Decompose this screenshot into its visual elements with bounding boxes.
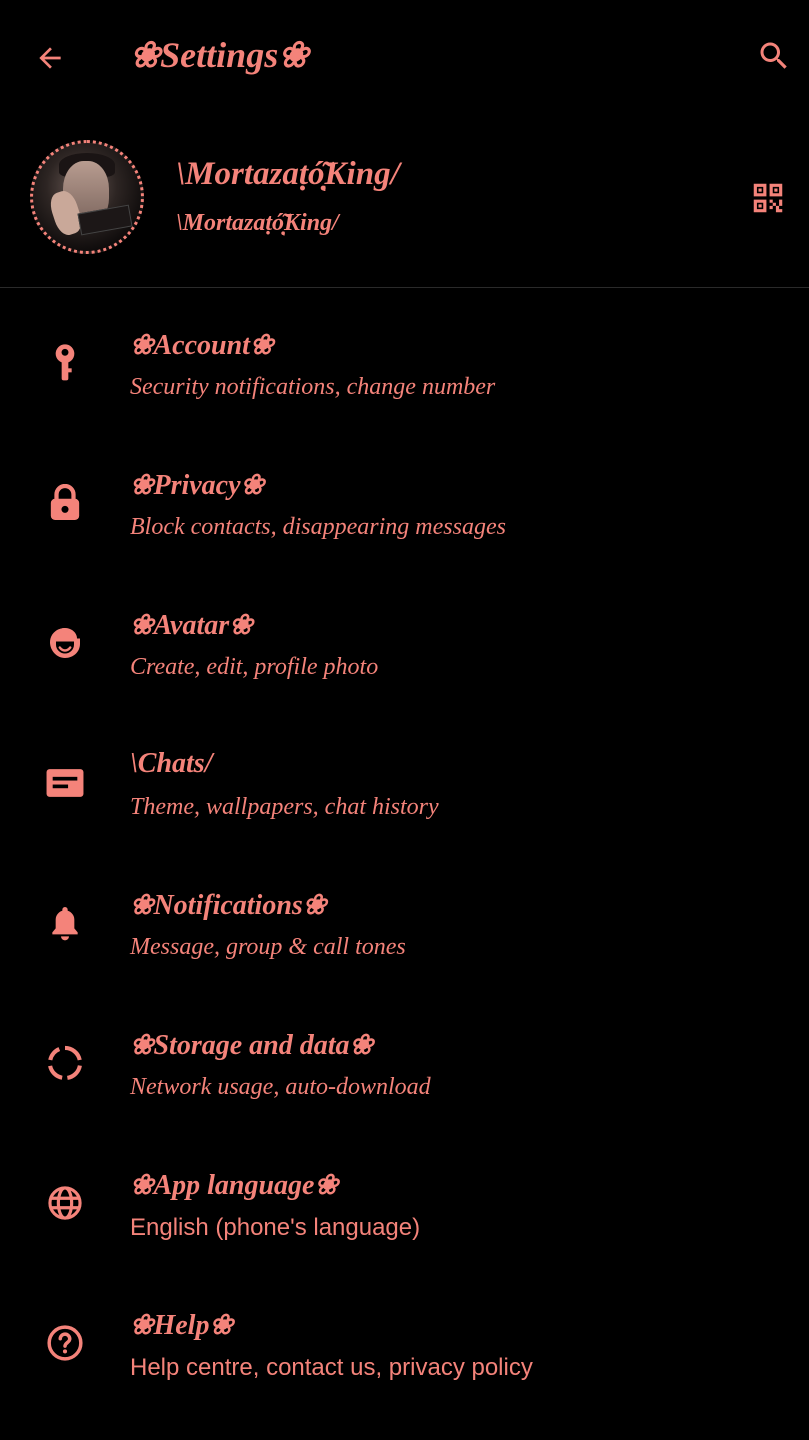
menu-item-subtitle: English (phone's language) — [130, 1214, 421, 1241]
globe-icon — [42, 1180, 88, 1226]
search-icon — [756, 38, 792, 74]
menu-item-language[interactable]: ❀App language❀ English (phone's language… — [0, 1140, 809, 1280]
menu-item-title: ❀Help❀ — [130, 1310, 233, 1341]
menu-item-subtitle: Message, group & call tones — [130, 934, 406, 960]
bell-icon — [42, 900, 88, 946]
menu-item-title: ❀Storage and data❀ — [130, 1030, 373, 1061]
menu-item-notifications[interactable]: ❀Notifications❀ Message, group & call to… — [0, 860, 809, 1000]
qr-code-button[interactable] — [746, 176, 790, 220]
search-button[interactable] — [752, 34, 796, 78]
arrow-left-icon — [34, 42, 66, 74]
menu-item-title: ❀Privacy❀ — [130, 470, 264, 501]
profile-about: \Mortazaṭó̩̣͂King/ — [176, 210, 339, 236]
menu-item-title: ❀Notifications❀ — [130, 890, 327, 921]
lock-icon — [42, 480, 88, 526]
menu-item-subtitle: Network usage, auto-download — [130, 1074, 431, 1100]
menu-item-title: ❀App language❀ — [130, 1170, 338, 1201]
key-icon — [42, 340, 88, 386]
profile-section[interactable]: \Mortazaṭó̩̣͂King/ \Mortazaṭó̩̣͂King/ — [0, 130, 809, 270]
help-circle-icon — [42, 1320, 88, 1366]
menu-item-privacy[interactable]: ❀Privacy❀ Block contacts, disappearing m… — [0, 440, 809, 580]
menu-item-help[interactable]: ❀Help❀ Help centre, contact us, privacy … — [0, 1280, 809, 1420]
top-app-bar: ❀Settings❀ — [0, 0, 809, 116]
menu-item-title: ❀Avatar❀ — [130, 610, 253, 641]
menu-item-chats[interactable]: \Chats/ Theme, wallpapers, chat history — [0, 720, 809, 860]
back-button[interactable] — [28, 36, 72, 80]
menu-item-subtitle: Help centre, contact us, privacy policy — [130, 1354, 533, 1381]
menu-item-title: \Chats/ — [130, 748, 213, 779]
profile-name: \Mortazaṭó̩̣͂King/ — [176, 156, 400, 192]
chat-icon — [42, 760, 88, 806]
profile-avatar[interactable] — [30, 140, 144, 254]
menu-item-avatar[interactable]: ❀Avatar❀ Create, edit, profile photo — [0, 580, 809, 720]
menu-item-subtitle: Security notifications, change number — [130, 374, 496, 400]
menu-item-subtitle: Theme, wallpapers, chat history — [130, 794, 439, 820]
page-title: ❀Settings❀ — [130, 35, 309, 75]
menu-item-subtitle: Create, edit, profile photo — [130, 654, 379, 680]
settings-menu: ❀Account❀ Security notifications, change… — [0, 300, 809, 1420]
divider — [0, 287, 809, 288]
menu-item-title: ❀Account❀ — [130, 330, 274, 361]
menu-item-account[interactable]: ❀Account❀ Security notifications, change… — [0, 300, 809, 440]
menu-item-storage[interactable]: ❀Storage and data❀ Network usage, auto-d… — [0, 1000, 809, 1140]
qr-code-icon — [749, 179, 787, 217]
menu-item-subtitle: Block contacts, disappearing messages — [130, 514, 506, 540]
avatar-face-icon — [42, 620, 88, 666]
storage-circle-icon — [42, 1040, 88, 1086]
